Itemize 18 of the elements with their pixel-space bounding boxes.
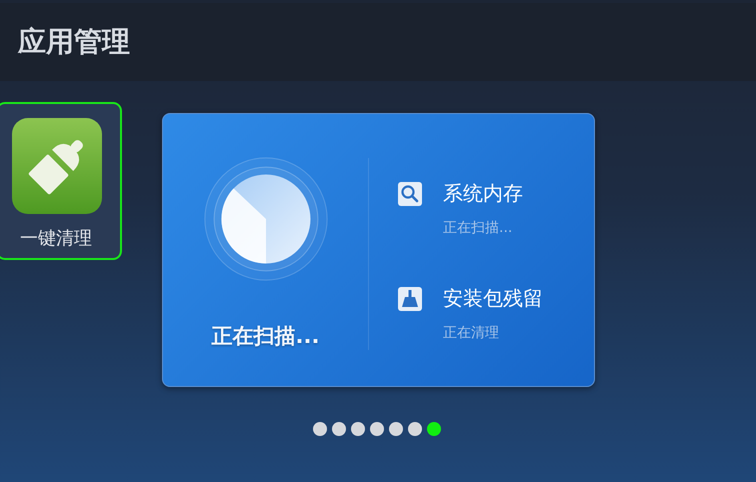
search-icon [397,180,423,206]
page-dot[interactable] [389,422,403,436]
page-dot[interactable] [370,422,384,436]
task-title: 安装包残留 [443,285,543,312]
task-title: 系统内存 [443,180,524,207]
page-dot[interactable] [313,422,327,436]
task-status: 正在扫描... [443,219,514,237]
page-dot[interactable] [408,422,422,436]
page-dot[interactable] [427,422,441,436]
page-dot[interactable] [351,422,365,436]
broom-icon [12,118,102,214]
app-tile[interactable]: 一键清理 [0,102,122,260]
page-dot[interactable] [332,422,346,436]
scan-status: 正在扫描... [212,323,320,350]
page-title: 应用管理 [18,24,130,60]
task-status: 正在清理 [443,324,500,342]
broom-icon [397,286,423,312]
app-label: 一键清理 [20,227,92,250]
